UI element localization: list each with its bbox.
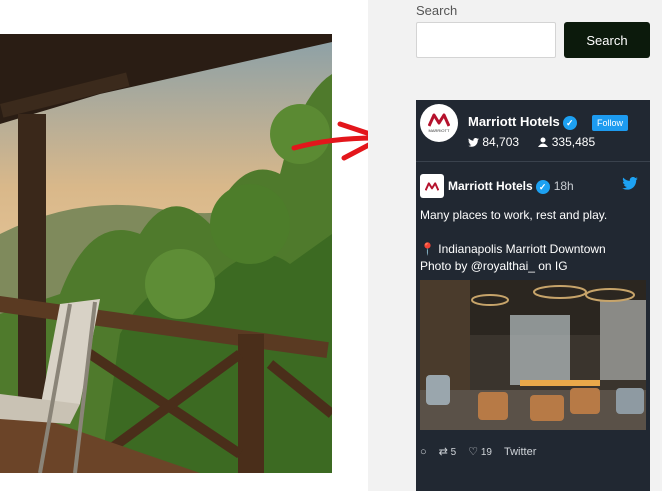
verified-check-icon: ✓ <box>562 115 577 130</box>
followers-stat: 335,485 <box>538 135 603 149</box>
tweet-line-3: Photo by @royalthai_ on IG <box>420 259 568 273</box>
marriott-logo-small-icon <box>425 181 439 191</box>
twitter-bird-icon[interactable] <box>622 176 638 195</box>
followers-count: 335,485 <box>551 135 596 149</box>
tweets-count: 84,703 <box>482 135 520 149</box>
widget-header: MARRIOTT Marriott Hotels ✓ Follow 84,703 … <box>416 100 650 162</box>
retweet-count: 5 <box>450 447 457 458</box>
tweet-text: Many places to work, rest and play. 📍 In… <box>420 207 646 275</box>
tweet-actions: ○ ⇄ 5 ♡ 19 Twitter <box>420 445 536 459</box>
tweet-author[interactable]: Marriott Hotels ✓ 18h <box>448 179 574 194</box>
tweet-source-link[interactable]: Twitter <box>504 446 536 458</box>
location-pin-icon: 📍 <box>420 242 435 256</box>
search-button[interactable]: Search <box>564 22 650 58</box>
follow-button[interactable]: Follow <box>592 115 629 131</box>
balcony-photo <box>0 34 332 473</box>
tweet-line-2: Indianapolis Marriott Downtown <box>438 242 606 256</box>
twitter-bird-small-icon <box>468 137 479 147</box>
heart-icon: ♡ <box>468 446 479 458</box>
tweet-line-2-wrap: 📍 Indianapolis Marriott Downtown <box>420 241 646 258</box>
tweet-author-name: Marriott Hotels <box>448 179 533 193</box>
widget-stats: 84,703 335,485 <box>468 135 611 149</box>
search-label: Search <box>416 3 458 18</box>
avatar[interactable]: MARRIOTT <box>420 104 458 142</box>
user-icon <box>538 137 549 147</box>
retweet-action[interactable]: ⇄ 5 <box>439 445 457 458</box>
tweets-stat: 84,703 <box>468 135 530 149</box>
sidebar: Search Search MARRIOTT Marriott Hotels ✓ … <box>368 0 662 491</box>
twitter-widget: MARRIOTT Marriott Hotels ✓ Follow 84,703 … <box>416 100 650 491</box>
widget-account-name-text: Marriott Hotels <box>468 114 560 129</box>
marriott-logo-icon <box>428 113 450 127</box>
tweet-avatar[interactable] <box>420 174 444 198</box>
retweet-icon: ⇄ <box>438 446 448 458</box>
widget-account-name[interactable]: Marriott Hotels ✓ <box>468 114 577 130</box>
avatar-wordmark: MARRIOTT <box>428 128 450 133</box>
verified-check-icon: ✓ <box>535 179 550 194</box>
reply-icon[interactable]: ○ <box>420 446 427 458</box>
search-input[interactable] <box>416 22 556 58</box>
tweet-media-image[interactable] <box>420 280 646 430</box>
tweet-line-1: Many places to work, rest and play. <box>420 208 608 222</box>
tweet-time[interactable]: 18h <box>554 179 574 193</box>
like-action[interactable]: ♡ 19 <box>468 445 492 458</box>
like-count: 19 <box>480 447 492 458</box>
